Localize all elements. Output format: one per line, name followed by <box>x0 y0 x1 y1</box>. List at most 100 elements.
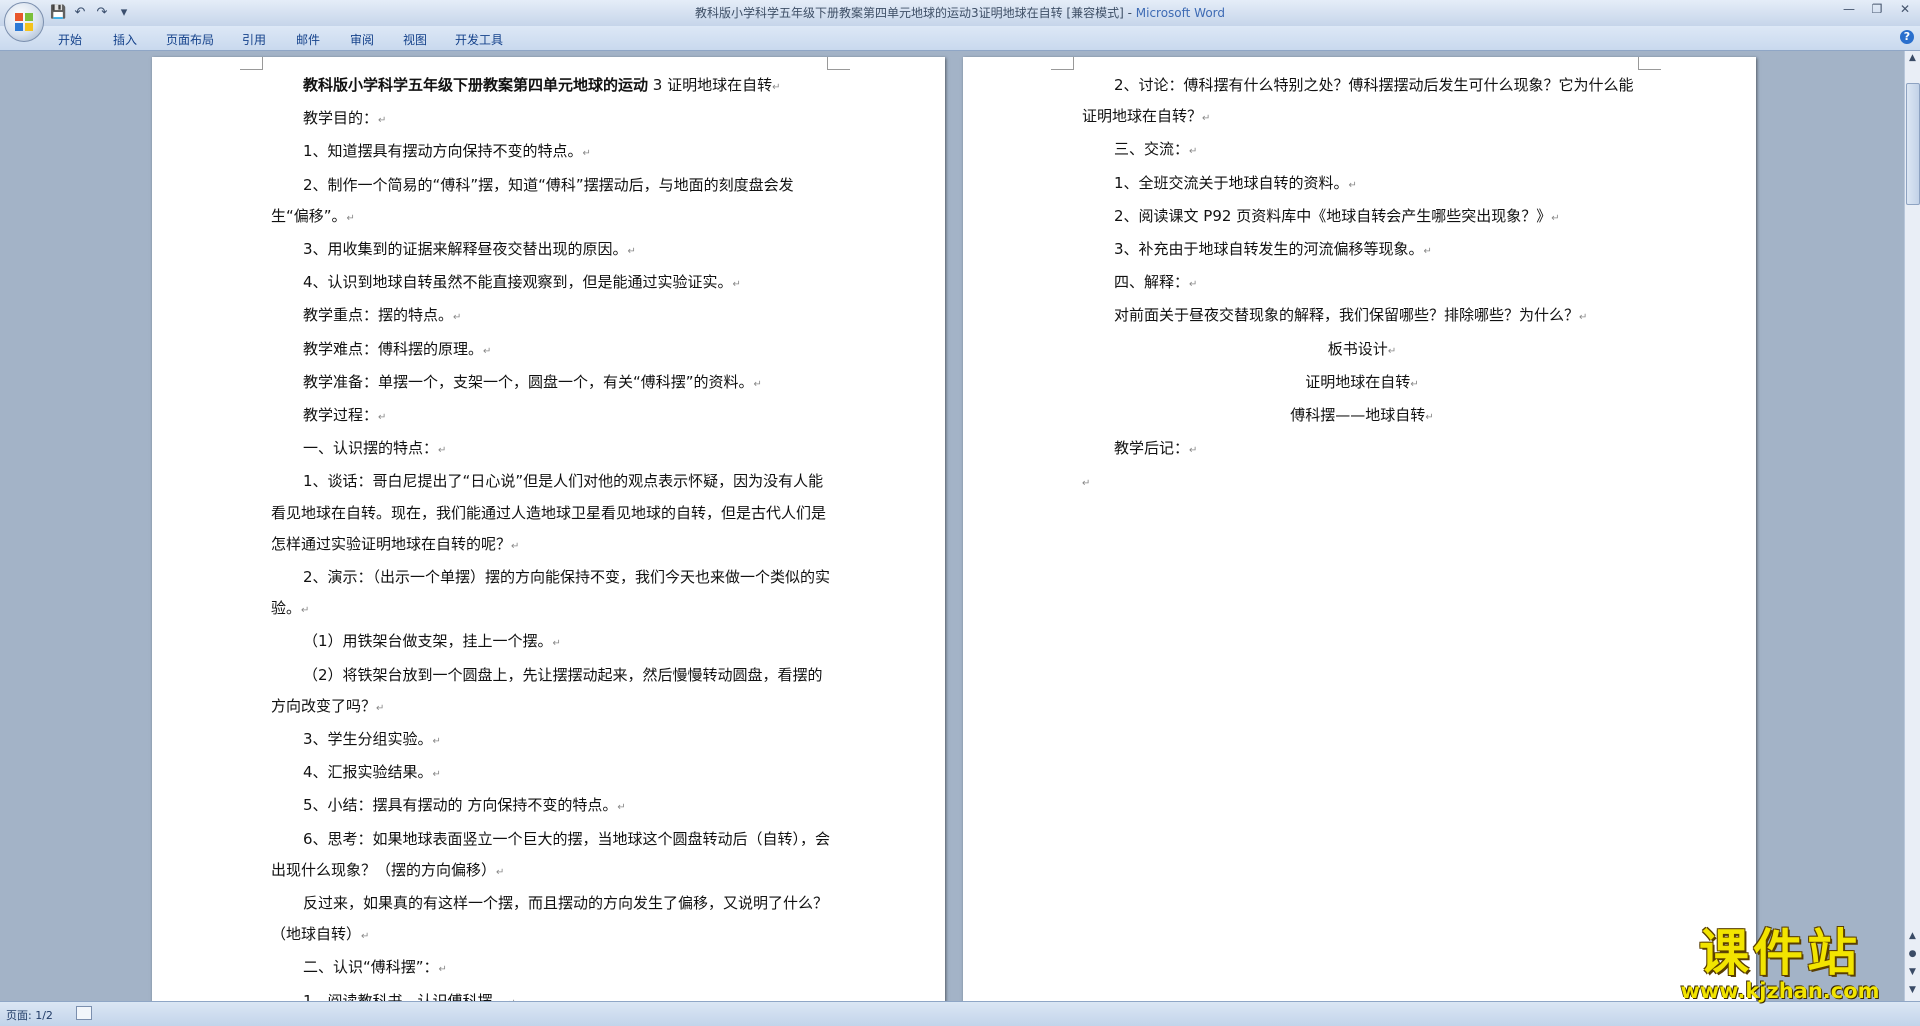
margin-corner-mark <box>1638 57 1661 70</box>
paragraph: 2、讨论：傅科摆有什么特别之处？傅科摆摆动后发生可什么现象？它为什么能证明地球在… <box>1082 76 1634 126</box>
document-title-main: 教科版小学科学五年级下册教案第四单元地球的运动 <box>303 76 649 94</box>
paragraph-text: 1、谈话：哥白尼提出了“日心说”但是人们对他的观点表示怀疑，因为没有人能看见地球… <box>271 472 827 553</box>
paragraph: 5、小结：摆具有摆动的 方向保持不变的特点。↵ <box>303 796 626 815</box>
paragraph: 教学难点：傅科摆的原理。↵ <box>303 339 492 358</box>
title-bar: 💾 ↶ ↷ ▾ 教科版小学科学五年级下册教案第四单元地球的运动3证明地球在自转 … <box>0 0 1920 27</box>
customize-toolbar-icon[interactable]: ▾ <box>116 5 132 21</box>
save-icon[interactable]: 💾 <box>50 5 66 21</box>
paragraph-text: （1）用铁架台做支架，挂上一个摆。 <box>303 632 553 651</box>
page-2-text[interactable]: 2、讨论：傅科摆有什么特别之处？傅科摆摆动后发生可什么现象？它为什么能证明地球在… <box>1082 70 1642 500</box>
paragraph-text: 4、汇报实验结果。 <box>303 763 433 782</box>
paragraph: 3、补充由于地球自转发生的河流偏移等现象。↵ <box>1114 240 1432 259</box>
paragraph: 2、制作一个简易的“傅科”摆，知道“傅科”摆摆动后，与地面的刻度盘会发生“偏移”… <box>271 175 794 225</box>
status-bar: 页面: 1/2 <box>0 1001 1920 1026</box>
proofing-icon[interactable] <box>76 1006 92 1020</box>
margin-corner-mark <box>240 57 263 70</box>
help-icon[interactable]: ? <box>1900 30 1914 44</box>
ribbon-tab-bar: 开始 插入 页面布局 引用 邮件 审阅 视图 开发工具 ? <box>0 26 1920 51</box>
board-design-heading: 板书设计↵ <box>1327 339 1397 358</box>
paragraph-text: 2、阅读课文 P92 页资料库中《地球自转会产生哪些突出现象？》 <box>1114 206 1552 225</box>
paragraph: 四、解释：↵ <box>1114 273 1198 292</box>
paragraph-text: 3、补充由于地球自转发生的河流偏移等现象。 <box>1114 240 1424 259</box>
board-design-line: 证明地球在自转↵ <box>1305 372 1419 391</box>
paragraph: 2、演示：（出示一个单摆）摆的方向能保持不变，我们今天也来做一个类似的实验。↵ <box>271 568 831 618</box>
window-title-sep: - <box>1123 6 1136 20</box>
paragraph-text: 反过来，如果真的有这样一个摆，而且摆动的方向发生了偏移，又说明了什么？（地球自转… <box>271 894 829 944</box>
vertical-scrollbar[interactable]: ▲ ▲ ● ▼ ▼ <box>1904 51 1920 1001</box>
window-title-doc: 教科版小学科学五年级下册教案第四单元地球的运动3证明地球在自转 [兼容模式] <box>694 6 1124 20</box>
tab-mailings[interactable]: 邮件 <box>290 29 326 50</box>
margin-corner-mark <box>827 57 850 70</box>
tab-view[interactable]: 视图 <box>397 29 433 50</box>
tab-developer[interactable]: 开发工具 <box>449 29 509 50</box>
paragraph-text: 教学目的： <box>303 109 379 128</box>
paragraph-text: 对前面关于昼夜交替现象的解释，我们保留哪些？排除哪些？为什么？ <box>1114 306 1580 325</box>
paragraph-text: 教学难点：傅科摆的原理。 <box>303 339 484 358</box>
paragraph: 6、思考：如果地球表面竖立一个巨大的摆，当地球这个圆盘转动后（自转），会出现什么… <box>271 829 831 879</box>
board-design-line: 傅科摆——地球自转↵ <box>1290 406 1434 425</box>
paragraph: 1、阅读教科书，认识傅科摆。↵ <box>271 986 831 1001</box>
paragraph-text: 教学后记： <box>1114 439 1190 458</box>
minimize-icon[interactable]: — <box>1842 2 1856 16</box>
paragraph-text: 教学过程： <box>303 406 379 425</box>
paragraph-text: 三、交流： <box>1114 140 1190 159</box>
paragraph-text: 1、全班交流关于地球自转的资料。 <box>1114 173 1349 192</box>
tab-references[interactable]: 引用 <box>236 29 272 50</box>
next-page-icon[interactable]: ▼ <box>1905 967 1920 977</box>
paragraph-text: 4、认识到地球自转虽然不能直接观察到，但是能通过实验证实。 <box>303 273 733 292</box>
paragraph-text: 5、小结：摆具有摆动的 方向保持不变的特点。 <box>303 796 618 815</box>
paragraph: 教学后记：↵ <box>1114 439 1198 458</box>
prev-page-icon[interactable]: ▲ <box>1905 931 1920 941</box>
document-title-suffix: 3 证明地球在自转 <box>648 76 773 94</box>
document-page-1: 教科版小学科学五年级下册教案第四单元地球的运动 3 证明地球在自转↵ 教学目的：… <box>152 57 945 1001</box>
window-title-app: Microsoft Word <box>1135 6 1226 20</box>
restore-icon[interactable]: ❐ <box>1870 2 1884 16</box>
paragraph: （1）用铁架台做支架，挂上一个摆。↵ <box>303 632 561 651</box>
tab-home[interactable]: 开始 <box>52 29 88 50</box>
paragraph: 4、汇报实验结果。↵ <box>303 763 441 782</box>
window-controls: — ❐ ✕ <box>1842 2 1912 16</box>
paragraph-text: 一、认识摆的特点： <box>303 439 439 458</box>
page-1-text[interactable]: 教科版小学科学五年级下册教案第四单元地球的运动 3 证明地球在自转↵ 教学目的：… <box>271 70 831 1001</box>
document-workspace: 教科版小学科学五年级下册教案第四单元地球的运动 3 证明地球在自转↵ 教学目的：… <box>0 51 1905 1001</box>
paragraph: 教学重点：摆的特点。↵ <box>303 306 462 325</box>
paragraph-text: 2、讨论：傅科摆有什么特别之处？傅科摆摆动后发生可什么现象？它为什么能证明地球在… <box>1082 76 1634 126</box>
paragraph: （2）将铁架台放到一个圆盘上，先让摆摆动起来，然后慢慢转动圆盘，看摆的方向改变了… <box>271 665 823 715</box>
paragraph: 反过来，如果真的有这样一个摆，而且摆动的方向发生了偏移，又说明了什么？（地球自转… <box>271 894 829 944</box>
paragraph-text: （2）将铁架台放到一个圆盘上，先让摆摆动起来，然后慢慢转动圆盘，看摆的方向改变了… <box>271 665 823 715</box>
paragraph: 3、用收集到的证据来解释昼夜交替出现的原因。↵ <box>303 240 636 259</box>
tab-insert[interactable]: 插入 <box>107 29 143 50</box>
close-icon[interactable]: ✕ <box>1898 2 1912 16</box>
paragraph-text: 证明地球在自转 <box>1305 372 1411 391</box>
watermark-logo: 课件站 www.kjzhan.com <box>1655 925 1905 1003</box>
watermark-url: www.kjzhan.com <box>1680 979 1880 1003</box>
page-count-indicator[interactable]: 页面: 1/2 <box>6 1007 53 1023</box>
paragraph: 对前面关于昼夜交替现象的解释，我们保留哪些？排除哪些？为什么？↵ <box>1114 306 1588 325</box>
paragraph-text: 傅科摆——地球自转 <box>1290 406 1426 425</box>
window-title: 教科版小学科学五年级下册教案第四单元地球的运动3证明地球在自转 [兼容模式] -… <box>560 4 1360 21</box>
scroll-down-icon[interactable]: ▼ <box>1905 985 1920 995</box>
tab-page-layout[interactable]: 页面布局 <box>160 29 220 50</box>
paragraph-text: 板书设计 <box>1327 339 1388 358</box>
tab-review[interactable]: 审阅 <box>344 29 380 50</box>
paragraph-text: 四、解释： <box>1114 273 1190 292</box>
undo-icon[interactable]: ↶ <box>72 5 88 21</box>
document-title: 教科版小学科学五年级下册教案第四单元地球的运动 3 证明地球在自转↵ <box>303 76 781 94</box>
office-logo-icon <box>15 13 33 31</box>
paragraph: 教学目的：↵ <box>303 109 387 128</box>
scrollbar-thumb[interactable] <box>1906 83 1920 205</box>
browse-object-icon[interactable]: ● <box>1905 949 1920 959</box>
paragraph: 3、学生分组实验。↵ <box>303 730 441 749</box>
paragraph-text: 1、知道摆具有摆动方向保持不变的特点。 <box>303 142 583 161</box>
paragraph: 二、认识“傅科摆”：↵ <box>303 958 447 977</box>
office-button[interactable] <box>4 2 44 42</box>
paragraph-text: 教学重点：摆的特点。 <box>303 306 454 325</box>
paragraph-text: 3、学生分组实验。 <box>303 730 433 749</box>
redo-icon[interactable]: ↷ <box>94 5 110 21</box>
paragraph: 教学过程：↵ <box>303 406 387 425</box>
scroll-up-icon[interactable]: ▲ <box>1905 53 1920 63</box>
paragraph: 1、全班交流关于地球自转的资料。↵ <box>1114 173 1357 192</box>
paragraph: 4、认识到地球自转虽然不能直接观察到，但是能通过实验证实。↵ <box>303 273 741 292</box>
paragraph-text: 1、阅读教科书，认识傅科摆。 <box>303 991 508 1001</box>
paragraph-text: 二、认识“傅科摆”： <box>303 958 439 977</box>
